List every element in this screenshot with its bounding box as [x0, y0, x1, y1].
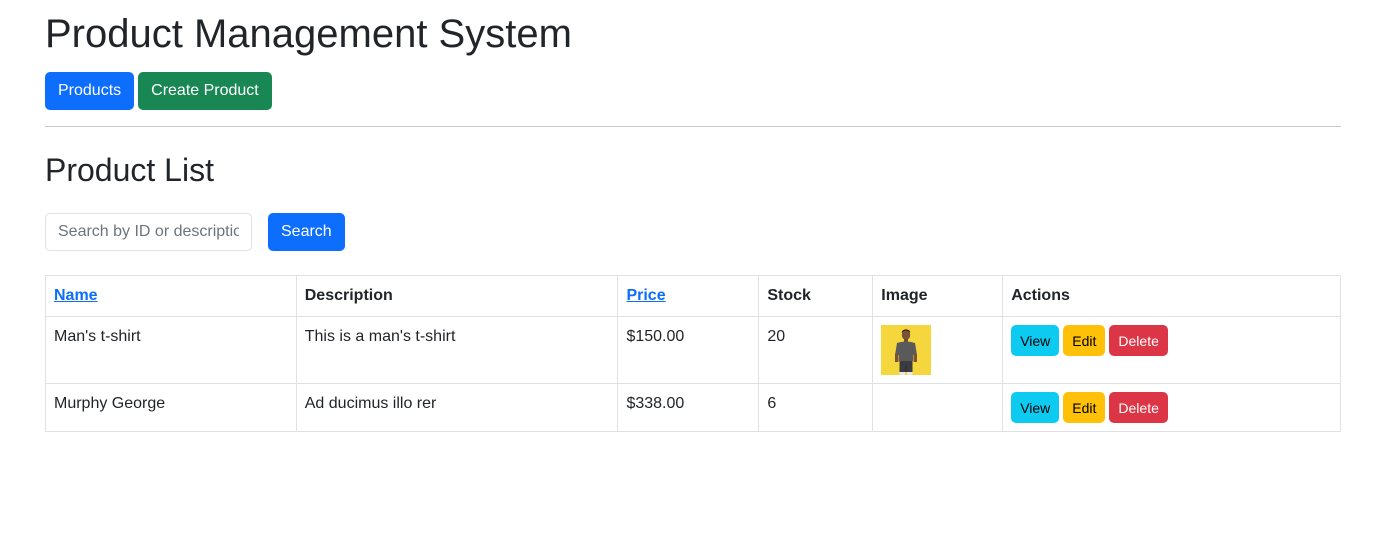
row-actions: View Edit Delete	[1011, 325, 1332, 356]
row-actions: View Edit Delete	[1011, 392, 1332, 423]
product-stock-cell: 6	[758, 383, 874, 432]
sort-by-name-link[interactable]: Name	[54, 287, 98, 304]
top-nav: Products Create Product	[45, 72, 272, 110]
product-description-cell: Ad ducimus illo rer	[295, 383, 619, 432]
product-price-cell: $150.00	[617, 316, 760, 384]
product-photo-man-in-tshirt-icon	[881, 325, 932, 375]
table-row: Man's t-shirt This is a man's t-shirt $1…	[45, 316, 1341, 384]
search-button[interactable]: Search	[268, 213, 345, 251]
delete-button[interactable]: Delete	[1109, 392, 1168, 423]
view-button[interactable]: View	[1011, 392, 1060, 423]
column-header-name: Name	[45, 275, 297, 317]
products-table: Name Description Price Stock Image Actio…	[45, 275, 1341, 432]
table-header-row: Name Description Price Stock Image Actio…	[45, 275, 1341, 317]
table-row: Murphy George Ad ducimus illo rer $338.0…	[45, 383, 1341, 432]
column-header-image: Image	[872, 275, 1004, 317]
product-stock-cell: 20	[758, 316, 874, 384]
column-header-actions: Actions	[1002, 275, 1341, 317]
column-header-price: Price	[617, 275, 760, 317]
product-list-title: Product List	[45, 152, 214, 188]
product-image-cell	[872, 316, 1004, 384]
product-actions-cell: View Edit Delete	[1002, 316, 1341, 384]
product-name-cell: Murphy George	[45, 383, 297, 432]
header-divider	[45, 126, 1341, 127]
create-product-button[interactable]: Create Product	[138, 72, 272, 110]
column-header-stock: Stock	[758, 275, 874, 317]
view-button[interactable]: View	[1011, 325, 1060, 356]
column-header-description: Description	[295, 275, 619, 317]
product-description-cell: This is a man's t-shirt	[295, 316, 619, 384]
app-title: Product Management System	[45, 12, 572, 56]
delete-button[interactable]: Delete	[1109, 325, 1168, 356]
edit-button[interactable]: Edit	[1063, 392, 1106, 423]
product-image-cell	[872, 383, 1004, 432]
product-price-cell: $338.00	[617, 383, 760, 432]
products-nav-button[interactable]: Products	[45, 72, 135, 110]
sort-by-price-link[interactable]: Price	[626, 287, 665, 304]
search-input[interactable]	[45, 213, 252, 251]
product-actions-cell: View Edit Delete	[1002, 383, 1341, 432]
search-form: Search	[45, 213, 345, 251]
edit-button[interactable]: Edit	[1063, 325, 1106, 356]
product-name-cell: Man's t-shirt	[45, 316, 297, 384]
